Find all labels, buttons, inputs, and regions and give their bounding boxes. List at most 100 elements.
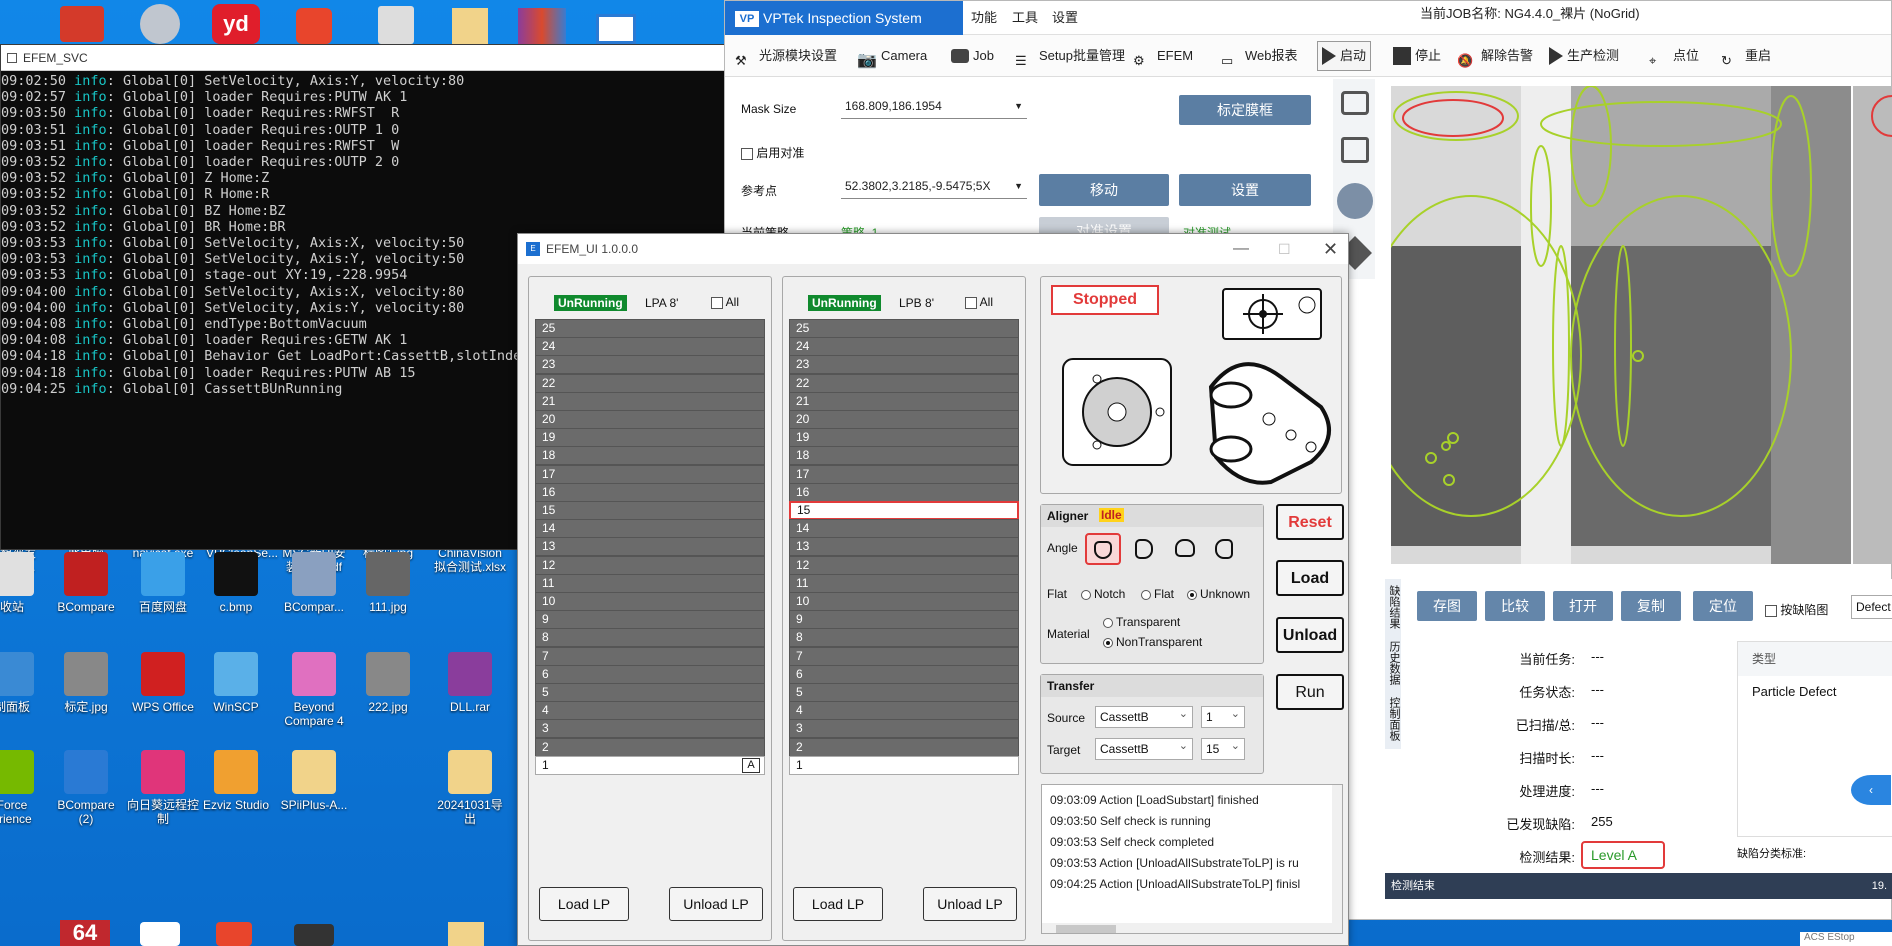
lpa-slot[interactable]: 13 <box>535 537 765 557</box>
type-value[interactable]: Particle Defect <box>1752 684 1837 699</box>
lpb-slot[interactable]: 16 <box>789 482 1019 502</box>
load-button[interactable]: Load <box>1276 560 1344 596</box>
desktop-icon[interactable]: 百度网盘 <box>123 552 203 614</box>
lpa-slot[interactable]: 10 <box>535 592 765 611</box>
efem-button[interactable]: ⚙ EFEM <box>1133 41 1193 71</box>
lpb-slot[interactable]: 11 <box>789 573 1019 593</box>
light-module-button[interactable]: ⚒ 光源模块设置 <box>735 41 837 71</box>
aida64-icon[interactable]: 64 <box>60 920 110 946</box>
lpa-slot[interactable]: 18 <box>535 446 765 466</box>
folder-icon[interactable] <box>448 922 484 946</box>
desktop-icon[interactable]: 收站 <box>0 552 52 614</box>
log-scrollbar[interactable] <box>1332 785 1342 933</box>
desktop-icon[interactable]: 制面板 <box>0 652 52 714</box>
desktop-icon[interactable]: BCompar... <box>274 552 354 614</box>
app-icon[interactable] <box>294 924 334 946</box>
lpa-slot[interactable]: 23 <box>535 355 765 375</box>
by-defect-checkbox[interactable]: 按缺陷图 <box>1765 601 1828 618</box>
lpa-slot[interactable]: 15 <box>535 501 765 520</box>
lpb-slot[interactable]: 24 <box>789 337 1019 357</box>
desktop-icon[interactable]: BCompare (2) <box>46 750 126 826</box>
lpb-unload-lp-button[interactable]: Unload LP <box>923 887 1017 921</box>
unload-button[interactable]: Unload <box>1276 617 1344 653</box>
lpb-slot[interactable]: 15 <box>789 501 1019 520</box>
locate-button[interactable]: 定位 <box>1693 591 1753 621</box>
lpa-slot[interactable]: 6 <box>535 664 765 684</box>
camera-button[interactable]: 📷 Camera <box>857 41 927 71</box>
start-button[interactable]: 启动 <box>1317 41 1372 71</box>
reset-button[interactable]: Reset <box>1276 504 1344 540</box>
lpb-slot[interactable]: 4 <box>789 701 1019 721</box>
lpa-slot[interactable]: 5 <box>535 683 765 702</box>
bcompare-icon[interactable] <box>596 14 636 44</box>
lpb-slot[interactable]: 22 <box>789 373 1019 393</box>
lpb-slot[interactable]: 12 <box>789 555 1019 575</box>
lpb-slot[interactable]: 19 <box>789 428 1019 448</box>
restart-button[interactable]: ↻ 重启 <box>1721 41 1771 71</box>
lpb-all-checkbox[interactable]: All <box>965 295 993 309</box>
lpa-slot[interactable]: 4 <box>535 701 765 721</box>
lpb-slot[interactable]: 13 <box>789 537 1019 557</box>
clear-alarm-button[interactable]: 🔕 解除告警 <box>1457 41 1533 71</box>
desktop-icon[interactable]: Beyond Compare 4 <box>274 652 354 728</box>
camera-icon[interactable] <box>1341 91 1369 115</box>
calibrate-frame-button[interactable]: 标定膜框 <box>1179 95 1311 125</box>
desktop-icon[interactable]: BCompare <box>46 552 126 614</box>
menu-function[interactable]: 功能 <box>971 1 997 35</box>
run-button[interactable]: Run <box>1276 674 1344 710</box>
angle-0-option[interactable] <box>1085 533 1121 565</box>
minimize-icon[interactable]: — <box>1233 234 1249 264</box>
camera-app-icon[interactable] <box>140 4 180 44</box>
maximize-icon[interactable]: ☐ <box>1278 234 1291 264</box>
lpa-slot[interactable]: 8 <box>535 628 765 648</box>
tab-defect-result[interactable]: 缺陷结果 <box>1386 585 1402 629</box>
target-slot-select[interactable]: 15 <box>1201 736 1245 760</box>
compare-button[interactable]: 比较 <box>1485 591 1545 621</box>
lpb-slot[interactable]: 8 <box>789 628 1019 648</box>
point-button[interactable]: ⌖ 点位 <box>1649 41 1699 71</box>
folder-icon[interactable] <box>452 8 488 44</box>
lpa-slot[interactable]: 2 <box>535 737 765 757</box>
lpa-slot[interactable]: 3 <box>535 719 765 739</box>
lpa-slot[interactable]: 19 <box>535 428 765 448</box>
lpb-slot[interactable]: 17 <box>789 464 1019 484</box>
desktop-icon[interactable]: 222.jpg <box>348 652 428 714</box>
flat-notch-radio[interactable]: Notch <box>1081 587 1125 601</box>
close-icon[interactable]: ✕ <box>1323 234 1338 264</box>
lpa-slot[interactable]: 21 <box>535 391 765 411</box>
lpa-unload-lp-button[interactable]: Unload LP <box>669 887 763 921</box>
desktop-icon[interactable]: 111.jpg <box>348 552 428 614</box>
desktop-icon[interactable]: c.bmp <box>196 552 276 614</box>
lpa-slot[interactable]: 14 <box>535 519 765 539</box>
setup-batch-button[interactable]: ☰ Setup批量管理 <box>1015 41 1125 71</box>
lpa-slot[interactable]: 20 <box>535 410 765 429</box>
pdf-app-icon[interactable] <box>216 922 252 946</box>
lpa-slot[interactable]: 9 <box>535 610 765 630</box>
lpb-slot[interactable]: 14 <box>789 519 1019 539</box>
lpb-slot[interactable]: 23 <box>789 355 1019 375</box>
tab-history[interactable]: 历史数据 <box>1386 641 1402 685</box>
copy-button[interactable]: 复制 <box>1621 591 1681 621</box>
desktop-icon[interactable]: WinSCP <box>196 652 276 714</box>
vptek-titlebar[interactable]: VPVPTek Inspection System 1.0.0.0 功能 工具 … <box>725 1 1891 60</box>
menu-settings[interactable]: 设置 <box>1052 1 1078 35</box>
console-titlebar[interactable]: EFEM_SVC <box>1 45 739 71</box>
lpa-slot[interactable]: 22 <box>535 373 765 393</box>
lpa-slot[interactable]: 1A <box>535 755 765 775</box>
efem-titlebar[interactable]: E EFEM_UI 1.0.0.0 — ☐ ✕ <box>518 234 1348 264</box>
lpa-slot[interactable]: 11 <box>535 573 765 593</box>
lpa-all-checkbox[interactable]: All <box>711 295 739 309</box>
lpb-slot[interactable]: 18 <box>789 446 1019 466</box>
flat-flat-radio[interactable]: Flat <box>1141 587 1174 601</box>
material-nontransparent-radio[interactable]: NonTransparent <box>1103 635 1202 649</box>
enable-align-checkbox[interactable]: 启用对准 <box>741 144 804 161</box>
program-icon[interactable] <box>378 6 414 44</box>
lpb-slot[interactable]: 21 <box>789 391 1019 411</box>
yd-app-icon[interactable]: yd <box>212 4 260 44</box>
save-image-button[interactable]: 存图 <box>1417 591 1477 621</box>
production-inspect-button[interactable]: 生产检测 <box>1549 41 1619 71</box>
lpa-slot[interactable]: 16 <box>535 482 765 502</box>
lpa-slot[interactable]: 17 <box>535 464 765 484</box>
open-button[interactable]: 打开 <box>1553 591 1613 621</box>
material-transparent-radio[interactable]: Transparent <box>1103 615 1180 629</box>
